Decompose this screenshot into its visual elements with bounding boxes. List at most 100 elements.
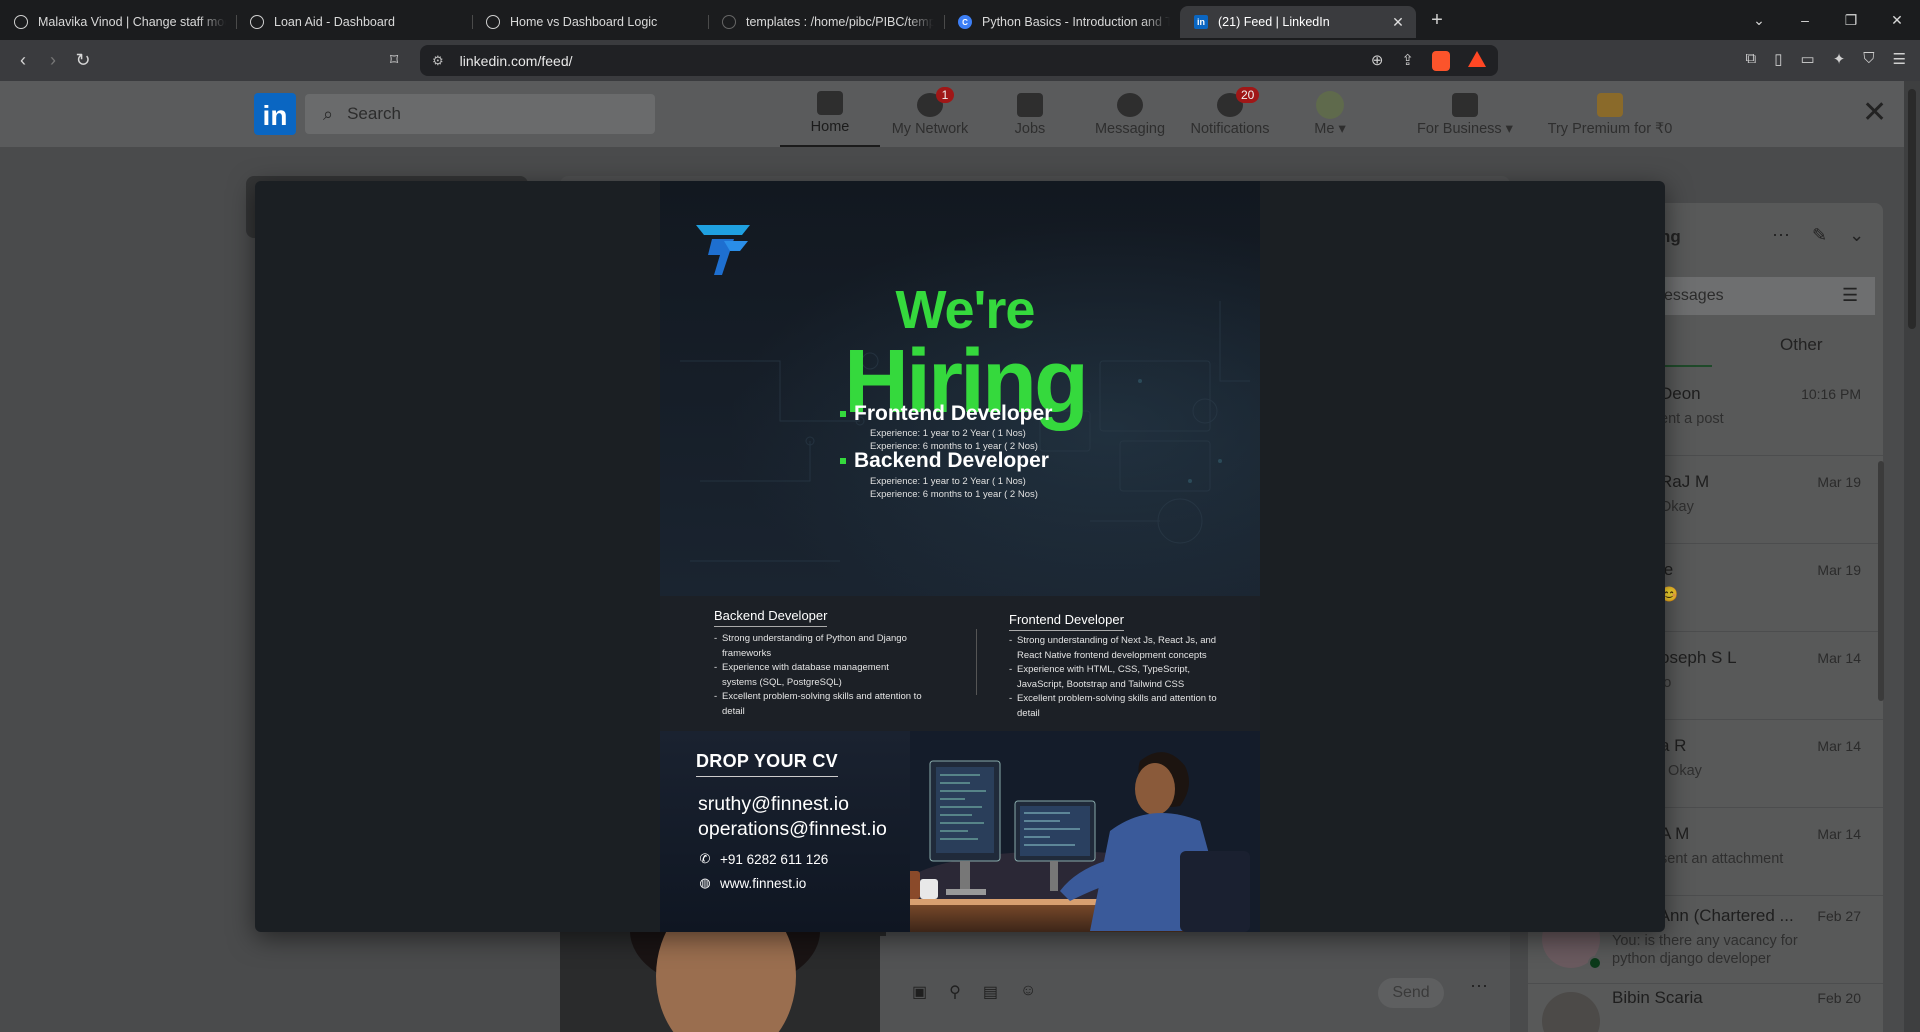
nav-for-business[interactable]: For Business ▾	[1400, 81, 1530, 147]
conversation-name: Bibin Scaria	[1612, 988, 1703, 1007]
requirement-item: Experience with database management syst…	[714, 661, 924, 690]
extensions-icon[interactable]: ⧉	[1746, 50, 1757, 68]
nav-home[interactable]: Home	[780, 81, 880, 147]
image-icon[interactable]: ▣	[912, 982, 927, 1002]
reload-icon[interactable]: ↻	[68, 50, 98, 71]
close-window-icon[interactable]: ✕	[1874, 12, 1920, 29]
gif-icon[interactable]: ▤	[983, 982, 998, 1002]
conversation-name: Deon	[1660, 384, 1701, 403]
requirement-item: Strong understanding of Python and Djang…	[714, 632, 924, 661]
tab-title: Loan Aid - Dashboard	[274, 15, 395, 29]
premium-icon	[1597, 93, 1623, 117]
github-icon	[722, 15, 736, 29]
page-scrollbar[interactable]	[1904, 81, 1920, 1032]
nav-label: For Business ▾	[1417, 121, 1513, 137]
menu-icon[interactable]: ☰	[1893, 50, 1906, 68]
tab-list-icon[interactable]: ⌄	[1736, 12, 1782, 29]
minimize-icon[interactable]: –	[1782, 12, 1828, 28]
finnest-logo	[696, 225, 750, 275]
nav-notifications[interactable]: 20 Notifications	[1180, 81, 1280, 147]
nav-label: Messaging	[1094, 121, 1166, 137]
brave-shields-icon[interactable]	[1432, 51, 1450, 71]
sidebar-icon[interactable]: ▯	[1774, 50, 1782, 68]
browser-tab[interactable]: Malavika Vinod | Change staff mode	[0, 6, 236, 38]
conversation-date: 10:16 PM	[1801, 386, 1861, 402]
globe-icon: ◍	[699, 875, 711, 890]
leo-ai-icon[interactable]: ✦	[1833, 50, 1846, 68]
conversation-item[interactable]: Bibin Scaria Feb 20	[1528, 984, 1883, 1032]
url-field[interactable]: ⚙ linkedin.com/feed/ ⊕ ⇪	[420, 45, 1498, 76]
contact-website: ◍ www.finnest.io	[698, 875, 806, 891]
nav-premium[interactable]: Try Premium for ₹0	[1530, 81, 1690, 147]
restore-icon[interactable]: ❐	[1828, 12, 1874, 29]
requirements-section: Backend Developer Strong understanding o…	[660, 596, 1260, 731]
filter-icon[interactable]: ☰	[1842, 285, 1858, 306]
browser-tab[interactable]: C Python Basics - Introduction and Th	[944, 6, 1180, 38]
browser-tab[interactable]: Home vs Dashboard Logic	[472, 6, 708, 38]
nav-label: Try Premium for ₹0	[1547, 121, 1673, 137]
conversation-preview: sent an attachment	[1660, 851, 1784, 867]
role-title: Backend Developer	[840, 449, 1049, 472]
nav-jobs[interactable]: Jobs	[980, 81, 1080, 147]
conversation-preview: You: is there any vacancy for python dja…	[1612, 933, 1798, 967]
compose-icon[interactable]: ✎	[1812, 225, 1827, 246]
browser-tab[interactable]: templates : /home/pibc/PIBC/templ	[708, 6, 944, 38]
linkedin-logo[interactable]: in	[254, 93, 296, 135]
website-url: www.finnest.io	[720, 875, 807, 891]
message-composer: ▣ ⚲ ▤ ☺ Send ⋯	[880, 936, 1510, 1032]
browser-tab-bar: Malavika Vinod | Change staff mode Loan …	[0, 0, 1920, 40]
tab-focused-indicator[interactable]	[1660, 365, 1712, 367]
conversation-date: Mar 19	[1817, 474, 1861, 490]
emoji-icon[interactable]: ☺	[1020, 982, 1036, 1002]
c-icon: C	[958, 15, 972, 29]
globe-icon	[14, 15, 28, 29]
chat-icon	[1117, 93, 1143, 117]
nav-label: Notifications	[1190, 121, 1270, 137]
experience-line: Experience: 6 months to 1 year ( 2 Nos)	[870, 489, 1038, 500]
phone-number: +91 6282 611 126	[720, 851, 829, 867]
online-status-icon	[1588, 956, 1602, 970]
send-button[interactable]: Send	[1378, 978, 1444, 1008]
experience-line: Experience: 1 year to 2 Year ( 1 Nos)	[870, 476, 1026, 487]
role-title: Frontend Developer	[839, 402, 1053, 425]
cta-heading: DROP YOUR CV	[696, 751, 838, 777]
brave-rewards-icon[interactable]	[1468, 51, 1486, 67]
chevron-down-icon[interactable]: ⌄	[1849, 225, 1864, 246]
linkedin-header: in ⌕ Search Home 1 My Network Jobs Messa…	[0, 81, 1920, 147]
tab-title: Python Basics - Introduction and Th	[982, 15, 1170, 29]
nav-me[interactable]: Me ▾	[1280, 81, 1380, 147]
zoom-icon[interactable]: ⊕	[1371, 51, 1384, 71]
search-input[interactable]: ⌕ Search	[305, 94, 655, 134]
browser-tab[interactable]: Loan Aid - Dashboard	[236, 6, 472, 38]
browser-tab-active[interactable]: in (21) Feed | LinkedIn ✕	[1180, 6, 1416, 38]
more-options-icon[interactable]: ⋯	[1470, 976, 1488, 997]
openai-icon	[486, 15, 500, 29]
close-modal-icon[interactable]: ✕	[1862, 95, 1887, 130]
window-controls: ⌄ – ❐ ✕	[1736, 0, 1920, 40]
close-tab-icon[interactable]: ✕	[1390, 14, 1406, 31]
forward-icon[interactable]: ›	[38, 50, 68, 71]
share-icon[interactable]: ⇪	[1401, 51, 1414, 71]
developer-illustration	[910, 731, 1260, 932]
new-tab-button[interactable]: +	[1422, 5, 1452, 35]
back-icon[interactable]: ‹	[8, 50, 38, 71]
bookmark-icon[interactable]: ⌑	[390, 50, 398, 70]
nav-messaging[interactable]: Messaging	[1080, 81, 1180, 147]
extension-icons: ⧉ ▯ ▭ ✦ ⛉ ☰	[1746, 50, 1906, 68]
more-options-icon[interactable]: ⋯	[1772, 225, 1790, 246]
attachment-icon[interactable]: ⚲	[949, 982, 961, 1002]
url-text: linkedin.com/feed/	[459, 52, 573, 69]
primary-nav: Home 1 My Network Jobs Messaging 20 Noti…	[780, 81, 1690, 147]
contact-phone: ✆ +91 6282 611 126	[698, 851, 829, 867]
briefcase-icon	[1017, 93, 1043, 117]
search-placeholder: Search	[347, 104, 401, 123]
wallet-icon[interactable]: ▭	[1801, 50, 1815, 68]
nav-my-network[interactable]: 1 My Network	[880, 81, 980, 147]
messaging-scrollbar[interactable]	[1878, 461, 1884, 701]
tab-other[interactable]: Other	[1780, 335, 1823, 355]
vpn-icon[interactable]: ⛉	[1863, 50, 1874, 68]
omnibox-icons: ⊕ ⇪	[1371, 51, 1486, 71]
composer-tools: ▣ ⚲ ▤ ☺	[912, 982, 1036, 1002]
backend-req-list: Strong understanding of Python and Djang…	[714, 632, 924, 719]
site-settings-icon[interactable]: ⚙	[432, 53, 444, 69]
